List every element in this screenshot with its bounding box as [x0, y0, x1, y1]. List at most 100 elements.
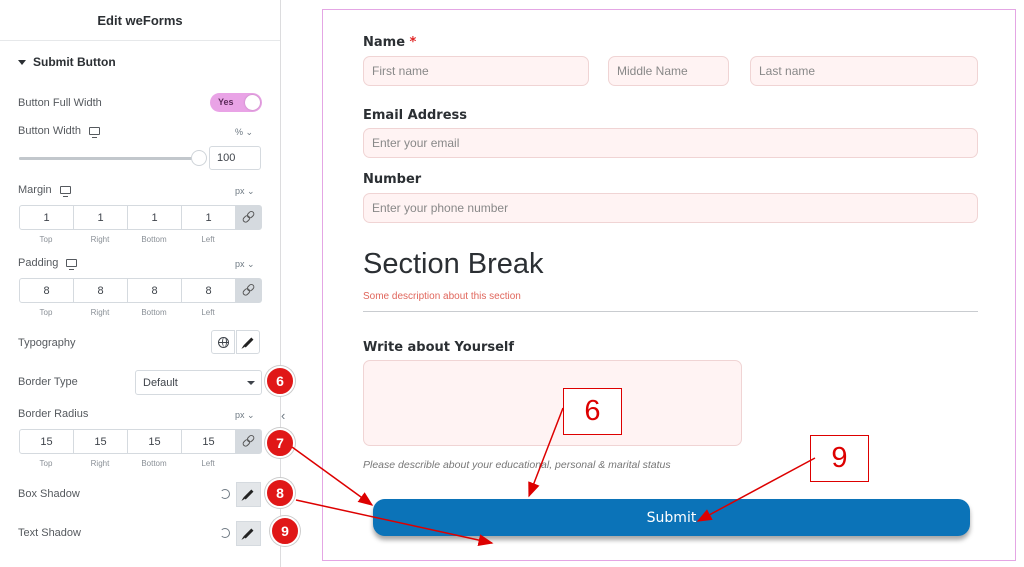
settings-panel: Edit weForms Submit Button Button Full W… [0, 0, 281, 567]
name-field-label: Name * [363, 35, 417, 50]
edit-typography-button[interactable] [236, 330, 260, 354]
toggle-knob [245, 95, 260, 110]
submit-button[interactable]: Submit [373, 499, 970, 536]
margin-label: Margin [18, 184, 52, 196]
globe-icon [217, 336, 229, 348]
width-slider-handle[interactable] [191, 150, 207, 166]
phone-input[interactable]: Enter your phone number [363, 193, 978, 223]
border-type-label: Border Type [18, 376, 78, 388]
unit-selector[interactable]: px ⌄ [235, 410, 255, 421]
dim-label: Right [90, 459, 110, 468]
submit-button-section-toggle[interactable]: Submit Button [18, 55, 116, 69]
link-icon [241, 283, 257, 299]
margin-right[interactable]: 1 [74, 206, 128, 229]
edit-text-shadow-button[interactable] [236, 521, 261, 546]
width-number-input[interactable]: 100 [209, 146, 261, 170]
text-shadow-label: Text Shadow [18, 527, 81, 539]
section-break-title: Section Break [363, 248, 544, 280]
unit-selector[interactable]: px ⌄ [235, 259, 255, 270]
padding-inputs: 8 8 8 8 [19, 278, 262, 303]
dim-label: Left [201, 459, 215, 468]
margin-row: Margin [18, 184, 71, 197]
reset-icon[interactable] [220, 528, 230, 538]
border-radius-label: Border Radius [18, 408, 89, 420]
last-name-input[interactable]: Last name [750, 56, 978, 86]
middle-name-input[interactable]: Middle Name [608, 56, 729, 86]
step-badge: 9 [270, 516, 300, 546]
collapse-panel-button[interactable]: ‹ [281, 408, 285, 423]
dim-label: Left [201, 235, 215, 244]
padding-top[interactable]: 8 [20, 279, 74, 302]
padding-bottom[interactable]: 8 [128, 279, 182, 302]
dim-label: Bottom [141, 459, 167, 468]
unit-selector[interactable]: px ⌄ [235, 186, 255, 197]
desktop-icon[interactable] [59, 186, 71, 197]
dim-label: Top [39, 235, 53, 244]
about-field-label: Write about Yourself [363, 340, 515, 355]
padding-dim-labels: Top Right Bottom Left [19, 308, 235, 317]
reset-icon[interactable] [220, 489, 230, 499]
dim-label: Right [90, 235, 110, 244]
first-name-input[interactable]: First name [363, 56, 589, 86]
typography-label: Typography [18, 337, 76, 349]
margin-link-button[interactable] [236, 206, 261, 229]
caret-down-icon [18, 59, 26, 65]
radius-top[interactable]: 15 [20, 430, 74, 453]
number-field-label: Number [363, 172, 422, 187]
full-width-toggle[interactable]: Yes [210, 93, 262, 112]
form-preview: Name * First name Middle Name Last name … [322, 9, 1016, 561]
pencil-icon [243, 528, 254, 539]
desktop-icon[interactable] [66, 259, 78, 270]
dim-label: Top [39, 459, 53, 468]
dropdown-arrow-icon [247, 381, 255, 385]
dim-label: Bottom [141, 235, 167, 244]
email-field-label: Email Address [363, 108, 468, 123]
step-badge: 6 [265, 366, 295, 396]
button-width-label: Button Width [18, 125, 81, 137]
panel-title: Edit weForms [0, 0, 280, 41]
email-input[interactable]: Enter your email [363, 128, 978, 158]
padding-link-button[interactable] [236, 279, 261, 302]
padding-row: Padding [18, 257, 78, 270]
section-break-description: Some description about this section [363, 291, 521, 302]
step-badge: 8 [265, 478, 295, 508]
about-help-text: Please describle about your educational,… [363, 459, 671, 471]
radius-bottom[interactable]: 15 [128, 430, 182, 453]
border-radius-inputs: 15 15 15 15 [19, 429, 262, 454]
radius-right[interactable]: 15 [74, 430, 128, 453]
radius-link-button[interactable] [236, 430, 261, 453]
link-icon [241, 210, 257, 226]
pencil-icon [243, 489, 254, 500]
section-title: Submit Button [33, 55, 116, 69]
full-width-label: Button Full Width [18, 97, 102, 109]
width-slider-track[interactable] [19, 157, 200, 160]
dim-label: Bottom [141, 308, 167, 317]
radius-left[interactable]: 15 [182, 430, 236, 453]
radius-dim-labels: Top Right Bottom Left [19, 459, 235, 468]
callout-box: 9 [810, 435, 869, 482]
desktop-icon[interactable] [88, 127, 100, 138]
margin-top[interactable]: 1 [20, 206, 74, 229]
border-type-select[interactable]: Default [135, 370, 262, 395]
about-textarea[interactable] [363, 360, 742, 446]
border-type-value: Default [143, 377, 178, 389]
padding-label: Padding [18, 257, 59, 269]
callout-box: 6 [563, 388, 622, 435]
required-mark: * [409, 35, 417, 50]
dim-label: Right [90, 308, 110, 317]
pencil-icon [243, 337, 253, 347]
padding-left[interactable]: 8 [182, 279, 236, 302]
step-badge: 7 [265, 428, 295, 458]
margin-left[interactable]: 1 [182, 206, 236, 229]
margin-bottom[interactable]: 1 [128, 206, 182, 229]
unit-selector[interactable]: % ⌄ [235, 127, 253, 138]
dim-label: Left [201, 308, 215, 317]
margin-dim-labels: Top Right Bottom Left [19, 235, 235, 244]
toggle-text: Yes [218, 97, 234, 107]
margin-inputs: 1 1 1 1 [19, 205, 262, 230]
global-font-button[interactable] [211, 330, 235, 354]
edit-box-shadow-button[interactable] [236, 482, 261, 507]
padding-right[interactable]: 8 [74, 279, 128, 302]
button-width-row: Button Width [18, 125, 100, 138]
link-icon [241, 434, 257, 450]
